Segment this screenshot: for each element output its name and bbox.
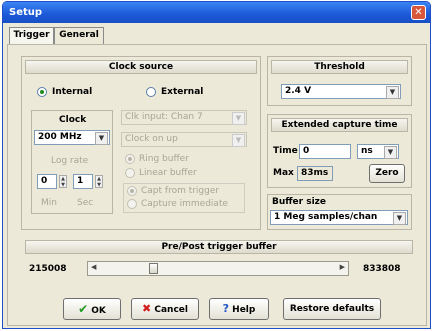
clock-source-header: Clock source [25,60,257,74]
restore-defaults-button[interactable]: Restore defaults [283,298,381,320]
title-bar: Setup [3,2,430,23]
internal-radio[interactable] [37,87,47,97]
clock-edge-value: Clock on up [125,134,178,144]
threshold-select[interactable]: 2.4 V ▼ [281,84,401,99]
clock-select[interactable]: 200 MHz ▼ [34,130,110,145]
left-arrow-icon[interactable]: ◀ [91,263,96,271]
log-rate-label: Log rate [51,156,89,166]
question-icon: ? [222,302,230,315]
capture-immediate-radio[interactable] [127,199,137,209]
time-unit-value: ns [361,146,373,156]
time-label: Time [273,146,298,156]
x-icon: ✖ [142,302,152,315]
time-input[interactable]: 0 [299,144,351,159]
clk-input-select[interactable]: Clk input: Chan 7 ▼ [121,110,247,125]
extended-capture-header: Extended capture time [271,118,408,132]
setup-dialog: Setup ✕ Trigger General Clock source Int… [2,1,431,329]
max-value: 83ms [297,166,333,181]
cancel-label: Cancel [154,305,188,315]
window-title: Setup [9,7,43,18]
capt-from-trigger-label: Capt from trigger [141,186,220,196]
zero-button[interactable]: Zero [369,164,405,183]
check-icon: ✔ [78,302,89,316]
post-trigger-value: 833808 [363,264,401,274]
threshold-header: Threshold [271,60,408,74]
ok-label: OK [91,306,106,316]
sec-label: Sec [77,198,94,208]
external-label: External [161,87,204,97]
close-icon[interactable]: ✕ [411,5,426,20]
capt-from-trigger-radio[interactable] [127,186,137,196]
chevron-down-icon[interactable]: ▼ [384,146,397,159]
right-arrow-icon[interactable]: ▶ [340,263,345,271]
min-spinner-icon[interactable]: ▲ ▼ [59,175,67,188]
cancel-button[interactable]: ✖ Cancel [131,298,199,320]
chevron-down-icon[interactable]: ▼ [393,212,406,225]
sec-spinner-icon[interactable]: ▲ ▼ [95,175,103,188]
help-label: Help [232,305,256,315]
chevron-down-icon[interactable]: ▼ [232,134,245,147]
ring-buffer-radio[interactable] [125,154,135,164]
max-label: Max [273,168,294,178]
log-rate-min-input[interactable]: 0 [37,174,57,189]
linear-buffer-radio[interactable] [125,168,135,178]
help-button[interactable]: ? Help [209,298,269,320]
external-radio[interactable] [146,87,156,97]
ok-button[interactable]: ✔ OK [63,298,121,320]
pre-post-header: Pre/Post trigger buffer [25,240,413,254]
pre-trigger-value: 215008 [29,264,67,274]
internal-label: Internal [52,87,93,97]
chevron-down-icon[interactable]: ▼ [386,86,399,99]
min-label: Min [41,198,57,208]
clock-edge-select[interactable]: Clock on up ▼ [121,132,247,147]
buffer-size-select[interactable]: 1 Meg samples/chan ▼ [270,210,408,225]
tab-general[interactable]: General [54,27,104,44]
ring-buffer-label: Ring buffer [139,154,189,164]
buffer-size-label: Buffer size [272,197,327,207]
clk-input-value: Clk input: Chan 7 [125,112,203,122]
slider-thumb[interactable] [148,263,158,274]
log-rate-sec-input[interactable]: 1 [73,174,93,189]
chevron-down-icon[interactable]: ▼ [95,132,108,145]
chevron-down-icon[interactable]: ▼ [232,112,245,125]
time-unit-select[interactable]: ns ▼ [357,144,399,159]
clock-value: 200 MHz [38,132,82,142]
capture-immediate-label: Capture immediate [141,199,229,209]
clock-label: Clock [59,115,87,125]
threshold-value: 2.4 V [285,86,312,96]
linear-buffer-label: Linear buffer [139,168,197,178]
tab-trigger[interactable]: Trigger [9,27,54,44]
buffer-size-value: 1 Meg samples/chan [274,212,378,222]
pre-post-slider[interactable]: ◀ ▶ [87,261,349,276]
